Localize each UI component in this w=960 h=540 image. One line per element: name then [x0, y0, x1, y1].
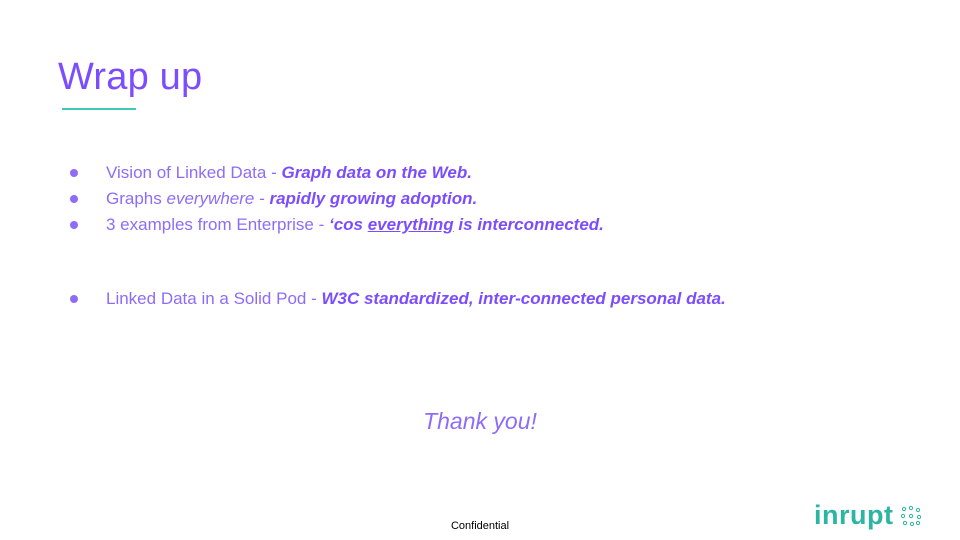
- title-underline: [62, 108, 136, 110]
- bullet-text: Linked Data in a Solid Pod - W3C standar…: [106, 286, 726, 312]
- bullet-plain: -: [254, 189, 270, 208]
- thank-you-text: Thank you!: [423, 408, 537, 434]
- bullet-text: Graphs everywhere - rapidly growing adop…: [106, 186, 477, 212]
- bullet-emphasis: Graph data on the Web.: [281, 163, 472, 182]
- logo-text: inrupt: [814, 500, 894, 530]
- bullet-dot-icon: [70, 295, 78, 303]
- bullet-dot-icon: [70, 195, 78, 203]
- slide-title: Wrap up: [58, 56, 203, 98]
- bullet-plain: 3 examples from Enterprise -: [106, 215, 329, 234]
- bullet-dot-icon: [70, 221, 78, 229]
- bullet-emphasis: is interconnected.: [453, 215, 604, 234]
- bullet-plain: Vision of Linked Data -: [106, 163, 282, 182]
- bullet-plain: Graphs: [106, 189, 167, 208]
- bullet-emphasis: W3C standardized, inter-connected person…: [321, 289, 726, 308]
- dot-cluster-icon: [900, 505, 922, 527]
- bullet-emphasis: ‘cos: [328, 215, 368, 234]
- bullet-text: Vision of Linked Data - Graph data on th…: [106, 160, 472, 186]
- bullet-text: 3 examples from Enterprise - ‘cos everyt…: [106, 212, 604, 238]
- bullet-plain: Linked Data in a Solid Pod -: [106, 289, 322, 308]
- bullet-italic: everywhere: [166, 189, 255, 208]
- slide: Wrap up Vision of Linked Data - Graph da…: [0, 0, 960, 540]
- bullet-emphasis-underlined: everything: [367, 215, 454, 234]
- bullet-emphasis: rapidly growing adoption.: [269, 189, 478, 208]
- bullet-dot-icon: [70, 169, 78, 177]
